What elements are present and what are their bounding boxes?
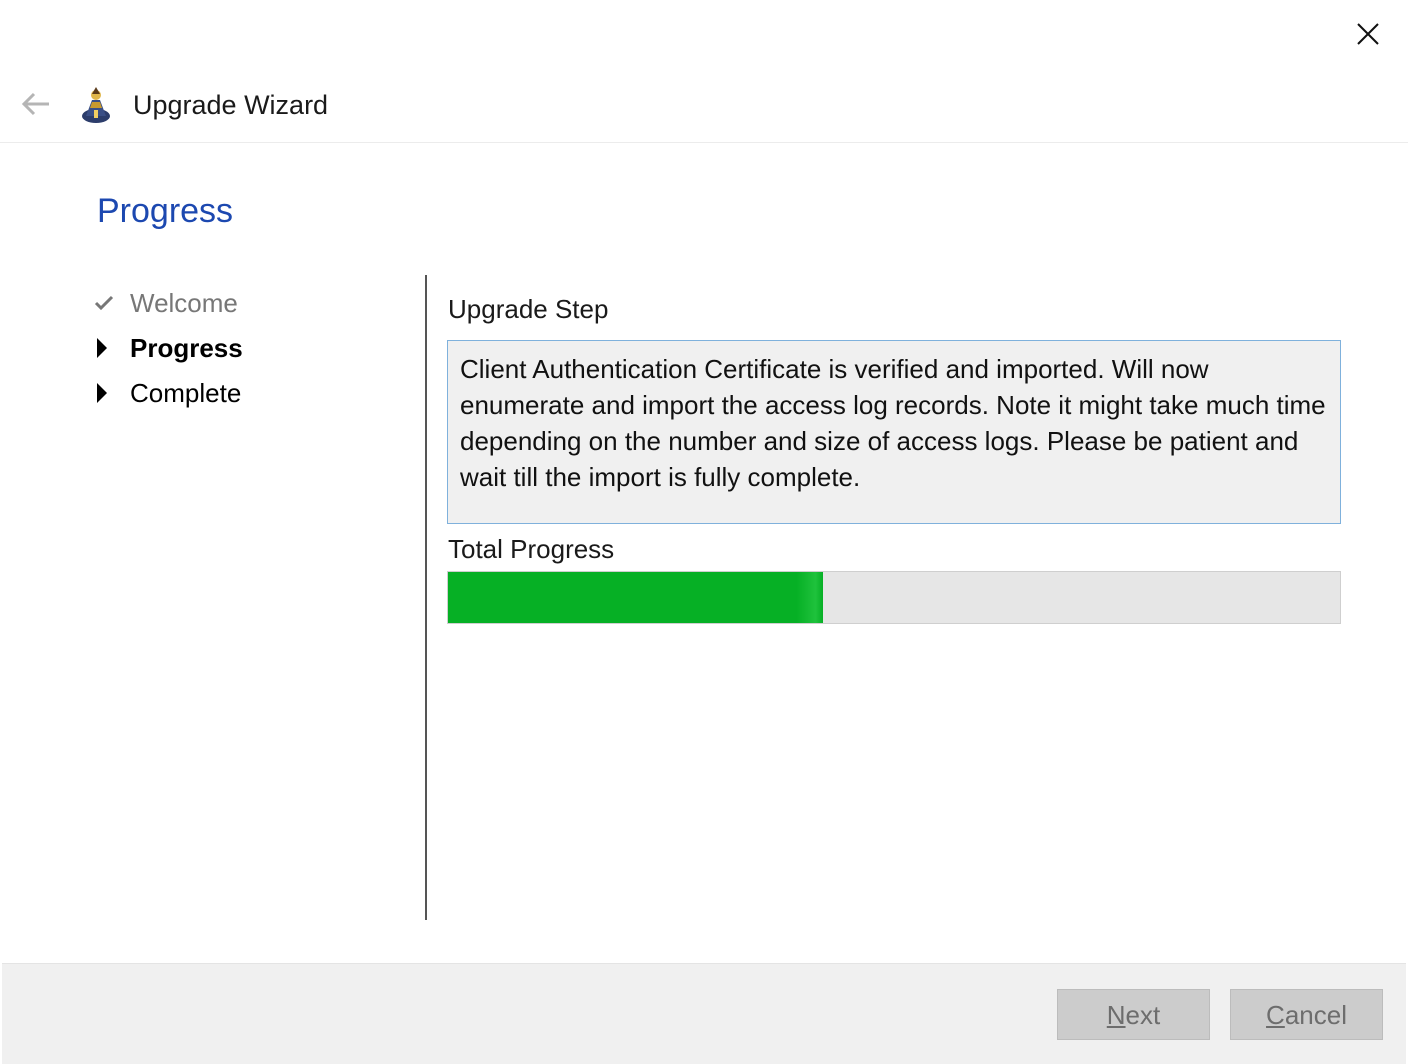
steps-nav: Welcome Progress Complete [92, 280, 412, 415]
back-arrow-icon [21, 92, 49, 116]
window-title: Upgrade Wizard [133, 90, 329, 120]
wizard-header: Upgrade Wizard [0, 72, 1408, 143]
close-icon [1357, 23, 1379, 45]
step-label: Welcome [130, 287, 238, 318]
checkmark-icon [94, 295, 114, 310]
back-button[interactable] [16, 86, 56, 122]
step-progress: Progress [92, 325, 412, 370]
progress-fill [448, 572, 823, 623]
cancel-button[interactable]: Cancel [1230, 989, 1383, 1040]
steps-divider [425, 275, 427, 920]
step-label: Complete [130, 377, 242, 408]
close-button[interactable] [1340, 10, 1396, 58]
step-complete: Complete [92, 370, 412, 415]
total-progress-label: Total Progress [448, 534, 615, 564]
wizard-window: Upgrade Wizard Progress Welcome Progress [0, 0, 1408, 1064]
next-button[interactable]: Next [1057, 989, 1210, 1040]
upgrade-step-message: Client Authentication Certificate is ver… [447, 340, 1341, 524]
button-bar: Next Cancel [2, 963, 1406, 1064]
total-progress-bar [447, 571, 1341, 624]
page-title: Progress [97, 192, 234, 230]
step-label: Progress [130, 332, 243, 363]
step-welcome: Welcome [92, 280, 412, 325]
triangle-right-icon [97, 382, 107, 403]
upgrade-step-label: Upgrade Step [448, 294, 609, 324]
wizard-app-icon [82, 87, 110, 123]
triangle-right-icon [97, 337, 107, 358]
